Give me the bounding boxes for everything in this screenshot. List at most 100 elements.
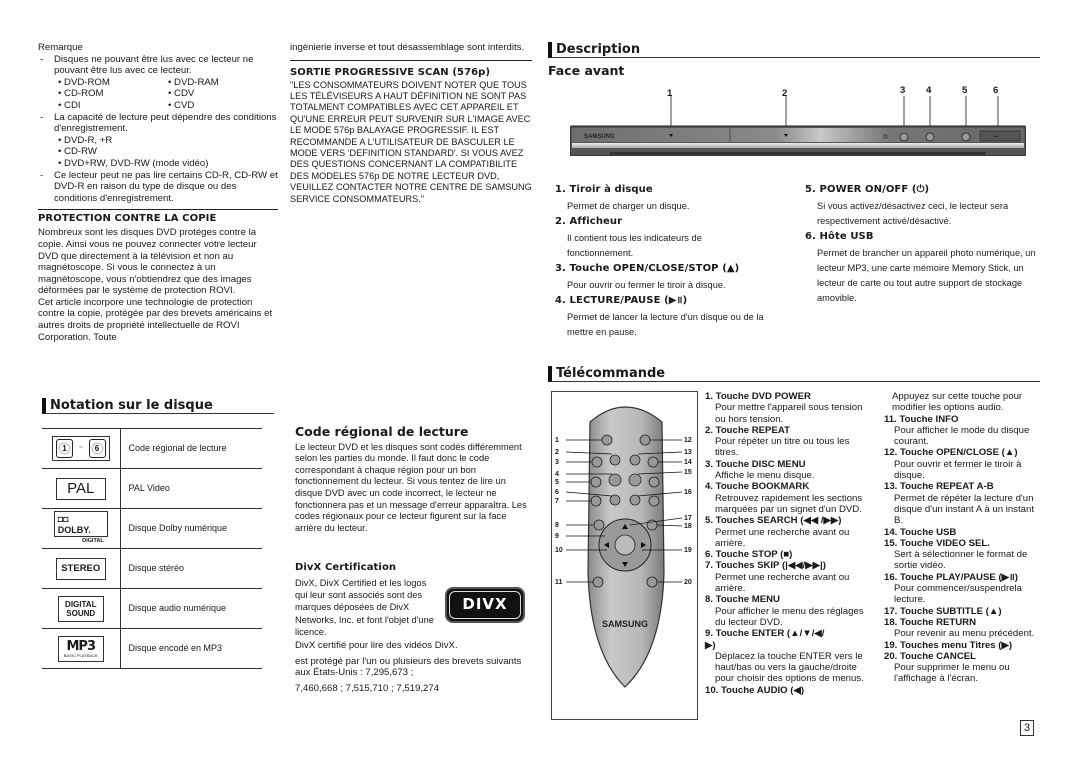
callout-6: 6 [993,85,999,96]
remote-item-text: Sert à sélectionner le format de sortie … [894,549,1028,572]
remote-item-text: Pour revenir au menu précédent. [894,628,1035,640]
remote-illustration-frame: SAMSUNG 1 2 3 4 5 6 7 8 9 10 11 12 13 14… [551,391,698,720]
table-row: PAL PAL Video [42,468,262,509]
remote-item-title: 13. Touche REPEAT A-B [884,481,994,493]
column-2: ingénierie inverse et tout désassemblage… [290,42,532,205]
power-button[interactable] [961,132,971,142]
item-title: 5. POWER ON/OFF (⏻) [805,184,930,195]
remote-item-title: 12. Touche OPEN/CLOSE (▲) [884,447,1018,459]
remote-item-text: Appuyez sur cette touche pour modifier l… [892,391,1023,414]
remote-item-title: 2. Touche REPEAT [705,424,790,436]
region-title: Code régional de lecture [295,424,469,439]
region-code-icon: 1 ~ 6 [42,428,121,469]
disc-type: • CD-RW [58,146,97,158]
remote-item-text: Pour répéter un titre ou tous les titres… [715,436,850,459]
item-text: Permet de lancer la lecture d'un disque … [567,312,764,337]
remote-item-title: 5. Touches SEARCH (◀◀ /▶▶) [705,515,842,527]
remote-open-close-button[interactable] [639,434,651,446]
remote-enter-button[interactable] [614,534,636,556]
remote-callout: 2 [555,449,559,456]
remote-item-text: Pour supprimer le menu ou l'affichage à … [894,662,1010,685]
face-avant-title: Face avant [548,63,625,78]
notation-label: PAL Video [120,468,262,509]
notation-table: 1 ~ 6 Code régional de lecture PAL PAL V… [42,428,262,669]
table-row: ◘◘ DOLBY. DIGITAL Disque Dolby numérique [42,508,262,549]
remote-title: Télécommande [548,366,1040,382]
pal-logo: PAL [42,468,121,509]
remote-item-title: 1. Touche DVD POWER [705,391,811,402]
table-row: MP3 BASIC PLAYBACK Disque encodé en MP3 [42,628,262,669]
remote-item-text: Affiche le menu disque. [715,470,815,482]
table-row: STEREO Disque stéréo [42,548,262,589]
remarque-item-2: - La capacité de lecture peut dépendre de… [40,111,277,135]
progressive-text: "LES CONSOMMATEURS DOIVENT NOTER QUE TOU… [290,79,532,204]
item-text: Permet de brancher un appareil photo num… [817,248,1036,303]
page-number: 3 [1020,720,1034,736]
remote-item-title: 19. Touches menu Titres (▶) [884,639,1013,651]
remote-callout: 6 [555,489,559,496]
item-text: Pour ouvrir ou fermer le tiroir à disque… [567,280,726,290]
divx-title: DivX Certification [295,562,397,573]
disc-type: • CDV [168,88,195,100]
divx-text: DivX, DivX Certified et les logos qui le… [295,578,434,637]
remote-callout: 5 [555,479,559,486]
remote-item-title: 16. Touche PLAY/PAUSE (▶॥) [884,571,1018,583]
remote-callout: 9 [555,533,559,540]
item-text: Il contient tous les indicateurs de fonc… [567,233,702,258]
remote-callout: 20 [684,579,692,586]
open-close-button[interactable] [899,132,909,142]
play-pause-button[interactable] [925,132,935,142]
remote-item-title: 3. Touche DISC MENU [705,458,806,470]
notation-label: Disque audio numérique [120,588,262,629]
disc-type: • DVD-ROM [58,76,110,88]
item-title: 4. LECTURE/PAUSE (▶॥) [555,295,688,306]
item-title: 1. Tiroir à disque [555,184,653,195]
remote-item-text: Pour commencer/suspendrela lecture. [894,583,1022,606]
remote-item-title: 17. Touche SUBTITLE (▲) [884,605,1002,617]
region-text: Le lecteur DVD et les disques sont codés… [295,441,527,533]
divx-logo: DIVX [437,577,525,638]
item-title: 6. Hôte USB [805,231,874,242]
stereo-logo: STEREO [42,548,121,589]
mp3-logo: MP3 BASIC PLAYBACK [42,628,121,669]
remote-callout: 4 [555,471,559,478]
callout-5: 5 [962,85,968,96]
brand-logo: SAMSUNG [584,134,615,140]
usb-port[interactable] [979,130,1021,142]
notation-table-wrap: 1 ~ 6 Code régional de lecture PAL PAL V… [42,428,262,669]
remote-callout: 12 [684,437,692,444]
divx-section: DivX Certification DivX, DivX Certified … [295,562,535,694]
disc-type: • CD-ROM [58,88,104,100]
progressive-title: SORTIE PROGRESSIVE SCAN (576p) [290,66,491,78]
disc-type: • DVD-R, +R [58,134,113,146]
remote-item-text: Pour ouvrir et fermer le tiroir à disque… [894,458,1022,482]
table-row: DIGITAL SOUND Disque audio numérique [42,588,262,629]
remote-item-text: Permet une recherche avant ou arrière. [715,526,850,549]
remote-item-text: Pour afficher le mode du disque courant. [894,424,1030,448]
description-title: Description [548,42,1040,58]
disc-type: • DVD-RAM [168,76,219,88]
remarque-item-3: - Ce lecteur peut ne pas lire certains CD… [40,169,278,204]
notation-title: Notation sur le disque [42,398,274,414]
remote-item-title: 6. Touche STOP (■) [705,549,793,561]
unsupported-discs-list: • DVD-ROM • DVD-RAM • CD-ROM • CDV • CDI • … [38,77,278,112]
digital-sound-logo: DIGITAL SOUND [42,588,121,629]
remote-item-title: 10. Touche AUDIO (◀) [705,684,805,696]
disc-type: • CDI [58,99,81,111]
remote-callout: 11 [555,579,563,586]
divider [38,209,278,211]
protection-text: Nombreux sont les disques DVD protéges c… [38,227,257,297]
remote-callout: 18 [684,523,692,530]
remote-item-title: 9. Touche ENTER (▲/▼/◀/▶) [705,628,825,651]
continued-text: ingénierie inverse et tout désassemblage… [290,42,525,53]
protection-text-2: Cet article incorpore une technologie de… [38,296,273,343]
front-panel-list-left: 1. Tiroir à disque Permet de charger un … [555,184,795,342]
remote-item-text: Permet une recherche avant ou arrière. [715,571,850,595]
remote-power-button[interactable] [601,434,613,446]
region-section: Code régional de lecture Le lecteur DVD … [295,424,535,534]
remote-item-text: Déplacez la touche ENTER vers le haut/ba… [715,650,864,685]
remote-buttons-list-b: Appuyez sur cette touche pour modifier l… [884,391,1044,685]
remote-callout: 14 [684,459,692,466]
svg-text:SAMSUNG: SAMSUNG [602,619,648,629]
remote-item-text: Permet de répéter la lecture d'un disque… [894,492,1034,527]
